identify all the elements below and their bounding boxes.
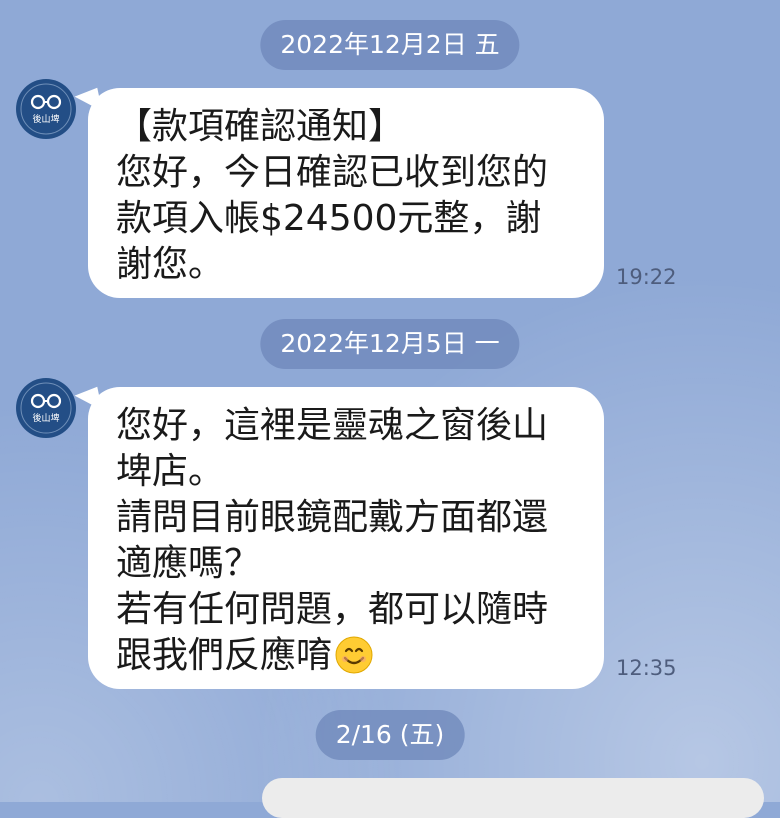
avatar-label: 後山埤 bbox=[32, 113, 59, 125]
glasses-logo-icon: 後山埤 bbox=[17, 80, 75, 138]
image-message-preview[interactable] bbox=[262, 778, 764, 818]
bubble-tail bbox=[73, 386, 103, 416]
smiling-face-icon bbox=[334, 635, 374, 675]
date-separator: 2/16 (五) bbox=[315, 710, 465, 760]
message-text: 【款項確認通知】 您好，今日確認已收到您的款項入帳$24500元整，謝謝您。 bbox=[116, 106, 549, 285]
message-text: 您好，這裡是靈魂之窗後山埤店。 請問目前眼鏡配戴方面都還適應嗎？ 若有任何問題，… bbox=[116, 403, 576, 679]
glasses-logo-icon: 後山埤 bbox=[17, 379, 75, 437]
message-text-body: 您好，這裡是靈魂之窗後山埤店。 請問目前眼鏡配戴方面都還適應嗎？ 若有任何問題，… bbox=[116, 405, 549, 676]
avatar-label: 後山埤 bbox=[32, 412, 59, 424]
bubble-tail bbox=[73, 87, 103, 117]
date-separator: 2022年12月5日 一 bbox=[260, 319, 520, 369]
date-separator: 2022年12月2日 五 bbox=[260, 20, 520, 70]
message-time: 12:35 bbox=[616, 656, 677, 680]
avatar[interactable]: 後山埤 bbox=[16, 79, 76, 139]
message-bubble[interactable]: 您好，這裡是靈魂之窗後山埤店。 請問目前眼鏡配戴方面都還適應嗎？ 若有任何問題，… bbox=[73, 386, 604, 689]
message-time: 19:22 bbox=[616, 265, 677, 289]
avatar[interactable]: 後山埤 bbox=[16, 378, 76, 438]
message-bubble[interactable]: 【款項確認通知】 您好，今日確認已收到您的款項入帳$24500元整，謝謝您。 bbox=[73, 87, 604, 298]
